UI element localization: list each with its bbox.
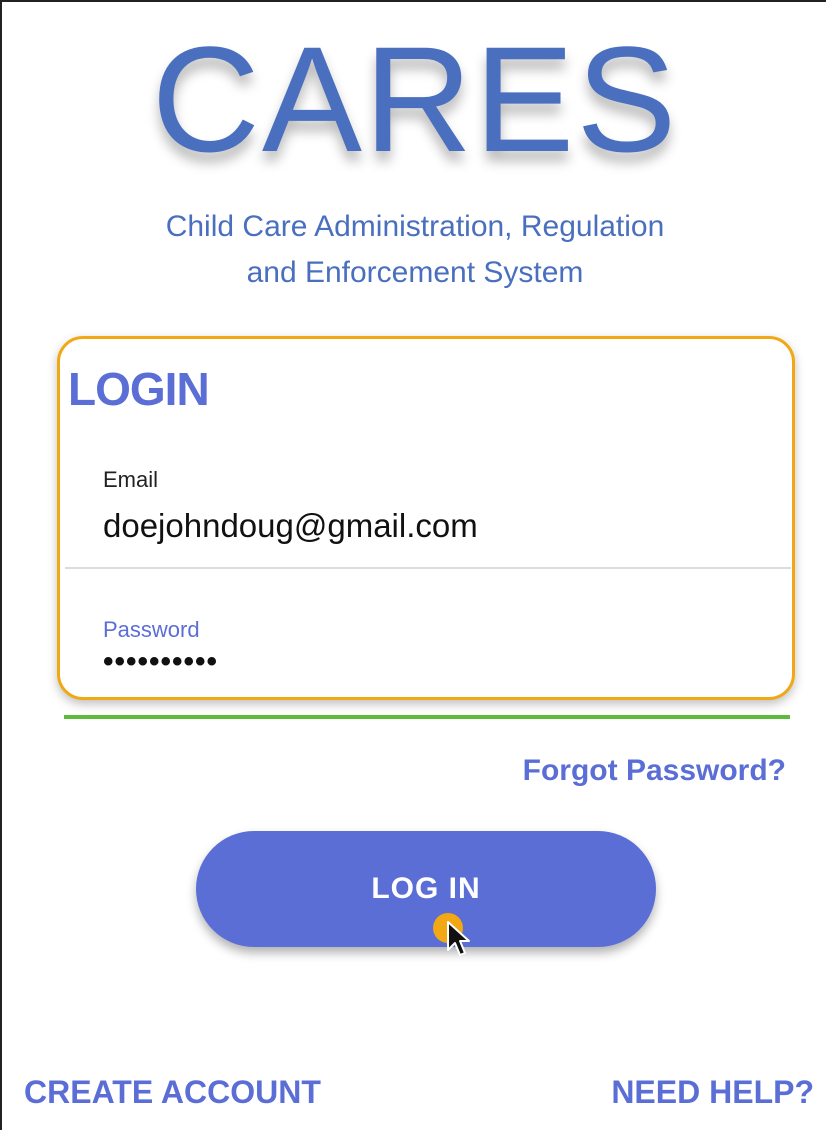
password-label: Password (103, 617, 200, 642)
email-field[interactable]: doejohndoug@gmail.com (103, 507, 478, 545)
app-subtitle: Child Care Administration, Regulation an… (2, 204, 826, 296)
forgot-password-link[interactable]: Forgot Password? (523, 754, 786, 788)
subtitle-line-1: Child Care Administration, Regulation (165, 210, 665, 243)
email-label: Email (103, 467, 159, 492)
cares-logo: CARES (151, 15, 679, 183)
password-field[interactable]: •••••••••• (103, 645, 218, 679)
password-valid-indicator (64, 715, 790, 719)
subtitle-line-2: and Enforcement System (246, 256, 584, 289)
mouse-pointer-icon (447, 921, 470, 956)
create-account-link[interactable]: CREATE ACCOUNT (24, 1074, 321, 1111)
screen-frame: CARES Child Care Administration, Regulat… (0, 0, 826, 1130)
login-button[interactable]: LOG IN (196, 831, 656, 947)
field-divider (65, 567, 791, 569)
login-form-card: LOGIN Email doejohndoug@gmail.com Passwo… (57, 336, 795, 700)
need-help-link[interactable]: NEED HELP? (611, 1074, 814, 1111)
login-heading: LOGIN (68, 363, 210, 415)
